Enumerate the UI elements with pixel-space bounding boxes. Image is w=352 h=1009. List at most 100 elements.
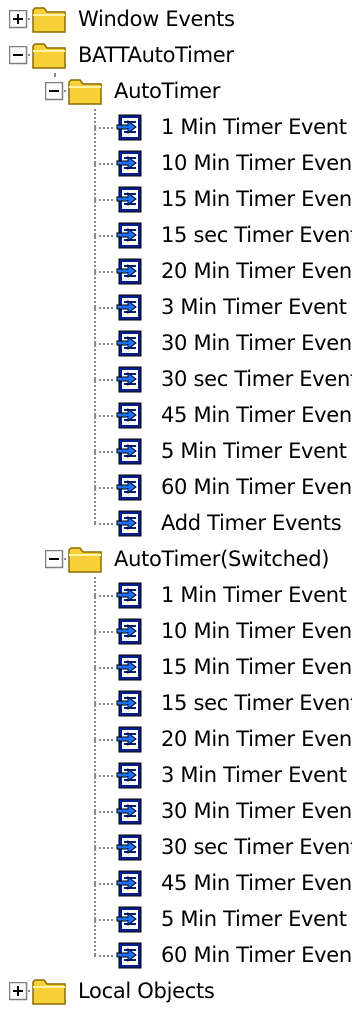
tree-node-label: 30 sec Timer Event: [161, 835, 352, 859]
tree-item-3-min-timer-event[interactable]: 3 Min Timer Event: [115, 289, 347, 325]
tree-item-3-min-timer-event[interactable]: 3 Min Timer Event: [115, 757, 347, 793]
tree-connector-line: [94, 307, 113, 309]
event-icon: [115, 292, 145, 322]
event-icon: [115, 112, 145, 142]
tree-item-30-min-timer-event[interactable]: 30 Min Timer Event: [115, 325, 352, 361]
tree-item-20-min-timer-event[interactable]: 20 Min Timer Event: [115, 253, 352, 289]
tree-item-45-min-timer-event[interactable]: 45 Min Timer Event: [115, 397, 352, 433]
tree-node-label: 30 sec Timer Event: [161, 367, 352, 391]
event-icon: [115, 256, 145, 286]
event-icon: [115, 364, 145, 394]
tree-connector-line: [94, 595, 113, 597]
event-icon: [115, 904, 145, 934]
event-icon: [115, 436, 145, 466]
tree-node-label: 3 Min Timer Event: [161, 763, 347, 787]
event-icon: [115, 652, 145, 682]
folder-icon: [32, 976, 66, 1006]
tree-folder-local-objects[interactable]: Local Objects: [9, 973, 215, 1009]
event-icon: [115, 400, 145, 430]
tree-item-add-timer-events[interactable]: Add Timer Events: [115, 505, 342, 541]
tree-item-20-min-timer-event[interactable]: 20 Min Timer Event: [115, 721, 352, 757]
tree-node-label: Window Events: [78, 7, 235, 31]
tree-node-label: 5 Min Timer Event: [161, 907, 347, 931]
tree-connector-line: [94, 703, 113, 705]
tree-node-label: 3 Min Timer Event: [161, 295, 347, 319]
tree-item-1-min-timer-event[interactable]: 1 Min Timer Event: [115, 577, 347, 613]
tree-connector-line: [94, 631, 113, 633]
tree-item-30-sec-timer-event[interactable]: 30 sec Timer Event: [115, 361, 352, 397]
tree-folder-autotimer-switched[interactable]: AutoTimer(Switched): [45, 541, 329, 577]
tree-connector-line: [94, 199, 113, 201]
event-icon: [115, 688, 145, 718]
tree-connector-line: [94, 379, 113, 381]
tree-item-15-sec-timer-event[interactable]: 15 sec Timer Event: [115, 217, 352, 253]
tree-connector-line: [64, 558, 70, 560]
tree-connector-line: [94, 235, 113, 237]
tree-item-5-min-timer-event[interactable]: 5 Min Timer Event: [115, 901, 347, 937]
tree-connector-line: [94, 811, 113, 813]
tree-connector-line: [94, 163, 113, 165]
tree-item-15-min-timer-event[interactable]: 15 Min Timer Event: [115, 181, 352, 217]
tree-folder-window-events[interactable]: Window Events: [9, 1, 235, 37]
tree-item-15-sec-timer-event[interactable]: 15 sec Timer Event: [115, 685, 352, 721]
event-icon: [115, 580, 145, 610]
tree-connector-line: [94, 343, 113, 345]
tree-item-10-min-timer-event[interactable]: 10 Min Timer Event: [115, 145, 352, 181]
tree-connector-line: [64, 90, 70, 92]
tree-node-label: 20 Min Timer Event: [161, 259, 352, 283]
event-icon: [115, 832, 145, 862]
tree-node-label: 30 Min Timer Event: [161, 331, 352, 355]
tree-connector-line: [94, 739, 113, 741]
event-icon: [115, 508, 145, 538]
tree-connector-line: [94, 883, 113, 885]
tree-node-label: 1 Min Timer Event: [161, 583, 347, 607]
tree-connector-line: [94, 415, 113, 417]
tree-item-15-min-timer-event[interactable]: 15 Min Timer Event: [115, 649, 352, 685]
collapse-minus-icon[interactable]: [45, 81, 64, 101]
event-icon: [115, 472, 145, 502]
folder-icon: [68, 544, 102, 574]
event-icon: [115, 760, 145, 790]
tree-node-label: 60 Min Timer Event: [161, 943, 352, 967]
tree-connector-line: [94, 487, 113, 489]
tree-item-60-min-timer-event[interactable]: 60 Min Timer Event: [115, 469, 352, 505]
event-icon: [115, 220, 145, 250]
tree-node-label: 10 Min Timer Event: [161, 151, 352, 175]
tree-folder-battautotimer[interactable]: BATTAutoTimer: [9, 37, 234, 73]
folder-icon: [32, 4, 66, 34]
event-icon: [115, 616, 145, 646]
event-icon: [115, 796, 145, 826]
tree-connector-line: [28, 18, 34, 20]
tree-item-10-min-timer-event[interactable]: 10 Min Timer Event: [115, 613, 352, 649]
collapse-minus-icon[interactable]: [45, 549, 64, 569]
tree-connector-line: [94, 109, 96, 523]
tree-item-1-min-timer-event[interactable]: 1 Min Timer Event: [115, 109, 347, 145]
tree-node-label: 45 Min Timer Event: [161, 871, 352, 895]
tree-item-60-min-timer-event[interactable]: 60 Min Timer Event: [115, 937, 352, 973]
tree-node-label: Add Timer Events: [161, 511, 342, 535]
tree-item-30-min-timer-event[interactable]: 30 Min Timer Event: [115, 793, 352, 829]
tree-connector-line: [94, 451, 113, 453]
expand-plus-icon[interactable]: [9, 9, 28, 29]
tree-connector-line: [94, 919, 113, 921]
tree-node-label: 60 Min Timer Event: [161, 475, 352, 499]
tree-item-45-min-timer-event[interactable]: 45 Min Timer Event: [115, 865, 352, 901]
folder-icon: [68, 76, 102, 106]
collapse-minus-icon[interactable]: [9, 45, 28, 65]
tree-connector-line: [94, 523, 113, 525]
tree-view: Window Events BATTAutoTimer AutoTimer 1 Min…: [0, 0, 352, 1006]
event-icon: [115, 184, 145, 214]
tree-node-label: AutoTimer(Switched): [114, 547, 330, 571]
tree-node-label: 30 Min Timer Event: [161, 799, 352, 823]
expand-plus-icon[interactable]: [9, 981, 28, 1001]
tree-connector-line: [94, 847, 113, 849]
tree-node-label: 1 Min Timer Event: [161, 115, 347, 139]
event-icon: [115, 940, 145, 970]
tree-item-5-min-timer-event[interactable]: 5 Min Timer Event: [115, 433, 347, 469]
tree-folder-autotimer[interactable]: AutoTimer: [45, 73, 220, 109]
tree-item-30-sec-timer-event[interactable]: 30 sec Timer Event: [115, 829, 352, 865]
tree-connector-line: [94, 955, 113, 957]
tree-node-label: BATTAutoTimer: [78, 43, 234, 67]
tree-node-label: 45 Min Timer Event: [161, 403, 352, 427]
tree-connector-line: [94, 127, 113, 129]
